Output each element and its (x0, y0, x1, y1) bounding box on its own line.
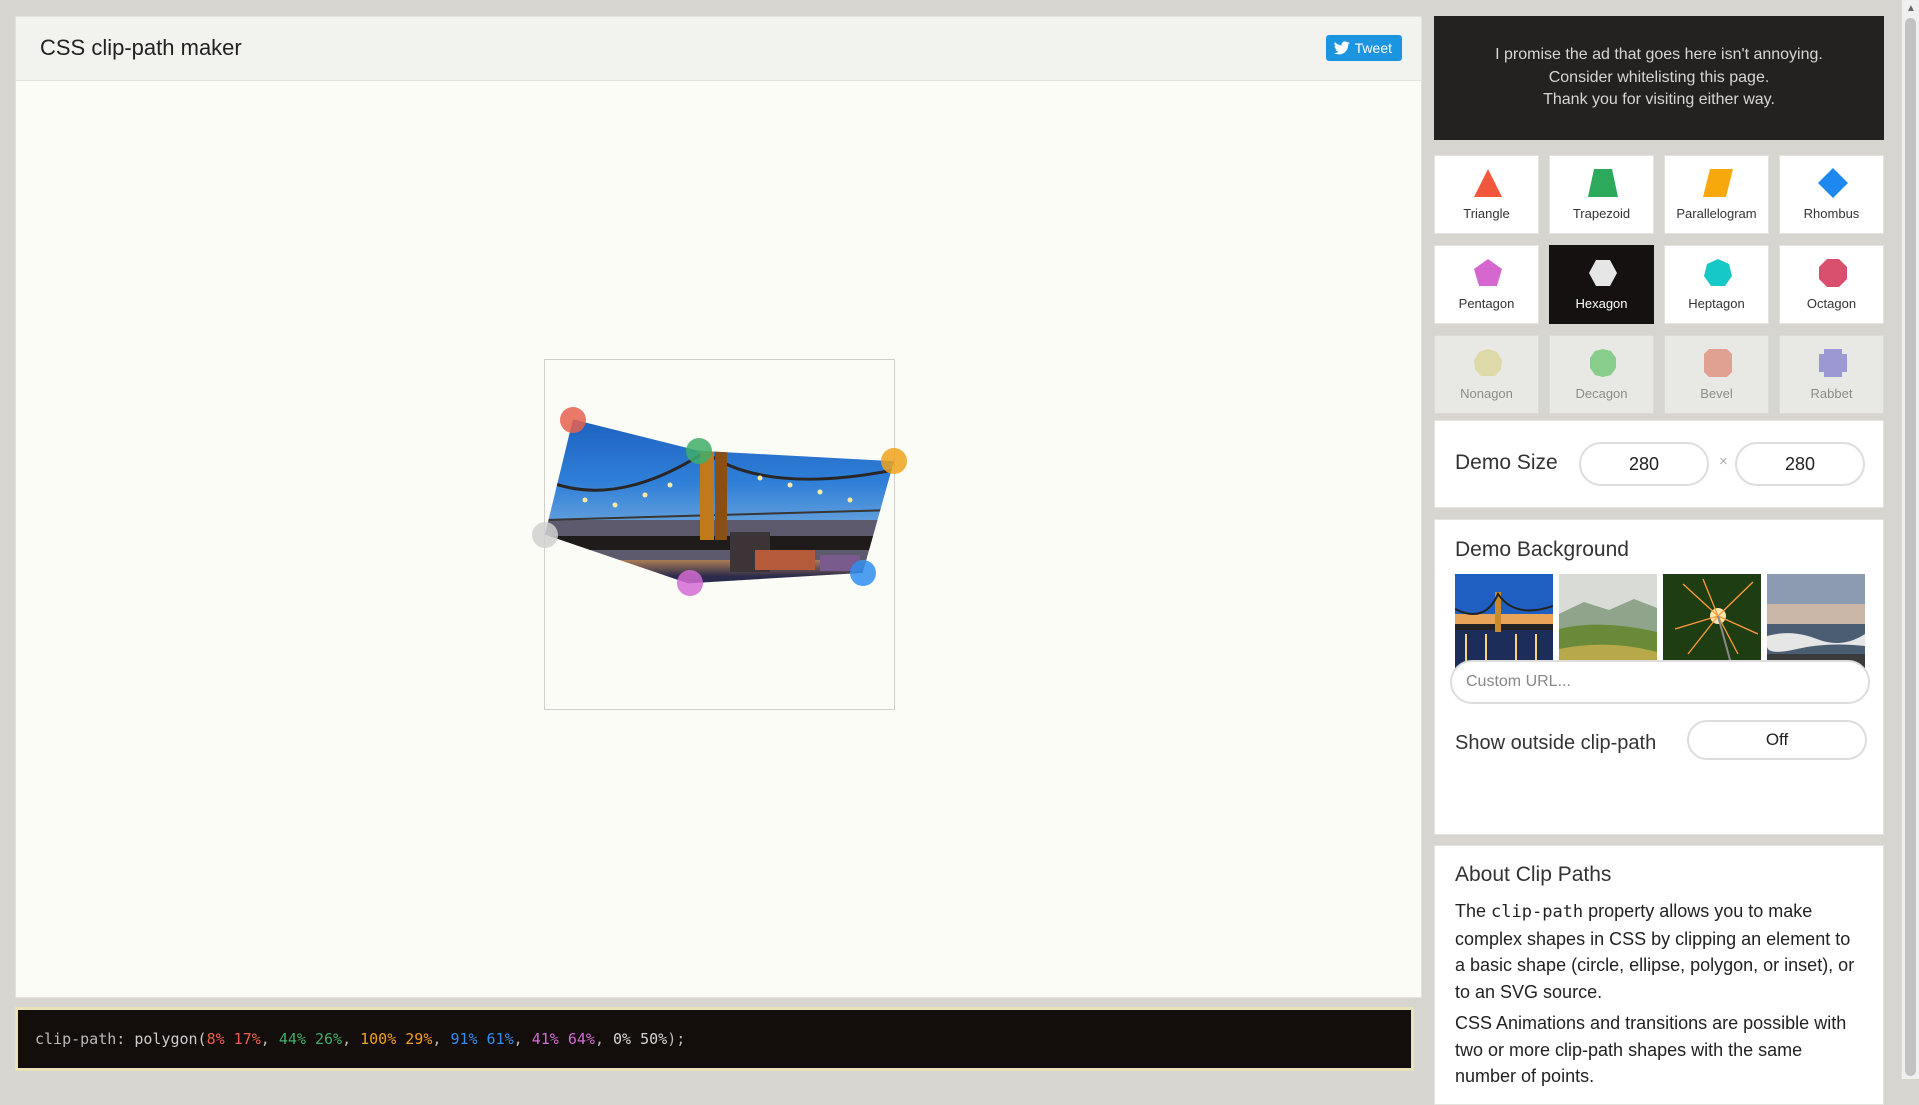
polygon-point-handle[interactable] (686, 438, 712, 464)
code-function: polygon( (125, 1030, 207, 1048)
shape-pentagon[interactable]: Pentagon (1434, 245, 1539, 324)
shape-label: Rhombus (1803, 206, 1860, 221)
demo-width-input[interactable]: 280 (1579, 442, 1709, 486)
shape-label: Heptagon (1688, 296, 1745, 311)
code-point: 0% 50% (613, 1030, 668, 1048)
about-panel: About Clip Paths The clip-path property … (1434, 845, 1884, 1105)
trapezoid-icon (1588, 169, 1618, 197)
nonagon-icon (1474, 349, 1502, 376)
demo-size-heading: Demo Size (1455, 451, 1558, 474)
shape-label: Bevel (1700, 386, 1733, 401)
shape-label: Rabbet (1810, 386, 1853, 401)
code-point: 91% 61% (450, 1030, 514, 1048)
about-paragraph: The clip-path property allows you to mak… (1455, 898, 1865, 1005)
shape-parallelogram[interactable]: Parallelogram (1664, 155, 1769, 234)
about-text-span: The (1455, 901, 1492, 921)
tweet-label: Tweet (1354, 40, 1392, 56)
twitter-bird-icon (1333, 41, 1350, 55)
shape-label: Octagon (1806, 296, 1857, 311)
polygon-point-handle[interactable] (881, 448, 907, 474)
polygon-point-handle[interactable] (560, 407, 586, 433)
show-outside-toggle[interactable]: Off (1687, 720, 1867, 760)
bevel-icon (1704, 349, 1732, 377)
times-symbol: × (1719, 453, 1728, 470)
heptagon-icon (1704, 259, 1732, 286)
octagon-icon (1819, 259, 1847, 287)
code-end: ); (667, 1030, 686, 1048)
polygon-point-handle[interactable] (532, 522, 558, 548)
code-point: 8% 17% (206, 1030, 261, 1048)
shape-heptagon[interactable]: Heptagon (1664, 245, 1769, 324)
page-scrollbar[interactable]: ▲ (1901, 0, 1919, 1079)
scroll-up-icon[interactable]: ▲ (1906, 3, 1916, 14)
clipped-image (545, 419, 894, 584)
shape-trapezoid[interactable]: Trapezoid (1549, 155, 1654, 234)
decagon-icon (1590, 349, 1616, 377)
ad-text-line: Thank you for visiting either way. (1543, 91, 1775, 109)
ad-placeholder: I promise the ad that goes here isn't an… (1434, 16, 1884, 140)
tweet-button[interactable]: Tweet (1325, 35, 1402, 61)
rhombus-icon (1818, 168, 1848, 198)
code-separator: , (432, 1030, 451, 1048)
sparkler-thumbnail[interactable] (1663, 574, 1761, 671)
shape-decagon[interactable]: Decagon (1549, 335, 1654, 414)
editor-panel: CSS clip-path maker Tweet (15, 16, 1422, 998)
header-bar: CSS clip-path maker Tweet (16, 17, 1421, 81)
rabbet-icon (1819, 349, 1847, 377)
demo-background-heading: Demo Background (1455, 538, 1629, 561)
shape-bevel[interactable]: Bevel (1664, 335, 1769, 414)
shape-hexagon[interactable]: Hexagon (1549, 245, 1654, 324)
code-separator: , (342, 1030, 361, 1048)
triangle-icon (1474, 169, 1502, 197)
polygon-point-handle[interactable] (850, 560, 876, 586)
about-code: clip-path (1491, 902, 1584, 922)
shape-rhombus[interactable]: Rhombus (1779, 155, 1884, 234)
custom-url-input[interactable]: Custom URL... (1450, 660, 1870, 704)
ocean-thumbnail[interactable] (1767, 574, 1865, 671)
landscape-thumbnail[interactable] (1559, 574, 1657, 671)
bridge-image (545, 419, 894, 584)
code-separator: , (594, 1030, 613, 1048)
polygon-point-handle[interactable] (677, 570, 703, 596)
code-property: clip-path: (35, 1030, 126, 1048)
shape-nonagon[interactable]: Nonagon (1434, 335, 1539, 414)
bridge-thumbnail[interactable] (1455, 574, 1553, 671)
code-point: 44% 26% (278, 1030, 343, 1048)
about-heading: About Clip Paths (1455, 863, 1612, 886)
shape-rabbet[interactable]: Rabbet (1779, 335, 1884, 414)
code-point: 41% 64% (531, 1030, 595, 1048)
ad-text-line: I promise the ad that goes here isn't an… (1495, 46, 1823, 64)
code-point: 100% 29% (360, 1030, 433, 1048)
shape-label: Trapezoid (1572, 206, 1631, 221)
parallelogram-icon (1703, 169, 1733, 197)
pentagon-icon (1474, 259, 1502, 286)
shape-label: Pentagon (1458, 296, 1515, 311)
shape-label: Decagon (1575, 386, 1628, 401)
about-paragraph: CSS Animations and transitions are possi… (1455, 1013, 1847, 1086)
app-title: CSS clip-path maker (40, 35, 242, 60)
show-outside-label: Show outside clip-path (1455, 732, 1657, 754)
shape-label: Parallelogram (1676, 206, 1757, 221)
shape-label: Nonagon (1460, 386, 1513, 401)
hexagon-icon (1589, 260, 1617, 286)
clip-demo-area (532, 359, 907, 710)
demo-background-panel: Demo Background Custom URL... Show outsi… (1434, 519, 1884, 835)
shape-triangle[interactable]: Triangle (1434, 155, 1539, 234)
shape-label: Triangle (1463, 206, 1510, 221)
scrollbar-thumb[interactable] (1905, 18, 1916, 1076)
code-separator: , (260, 1030, 279, 1048)
shape-label: Hexagon (1575, 296, 1628, 311)
demo-size-panel: Demo Size 280 × 280 (1434, 420, 1884, 508)
ad-text-line: Consider whitelisting this page. (1548, 68, 1770, 86)
code-separator: , (513, 1030, 532, 1048)
clip-path-code-output[interactable]: clip-path: polygon( 8% 17%, 44% 26%, 100… (15, 1007, 1414, 1071)
demo-height-input[interactable]: 280 (1735, 442, 1865, 486)
shape-octagon[interactable]: Octagon (1779, 245, 1884, 324)
